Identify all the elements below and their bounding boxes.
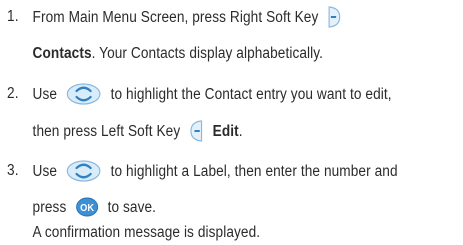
step-text: Use — [32, 86, 58, 104]
edit-label: Edit — [212, 123, 239, 141]
step-number: 3. — [7, 162, 19, 179]
step-text: then press Left Soft Key — [32, 123, 181, 141]
right-soft-key-icon — [328, 6, 342, 28]
step-text: Use — [32, 163, 58, 181]
instructions: 1. From Main Menu Screen, press Right So… — [0, 0, 463, 245]
ok-key-label: OK — [80, 203, 95, 215]
left-soft-key-icon — [189, 120, 203, 142]
step-number: 2. — [7, 85, 19, 102]
confirmation-note: A confirmation message is displayed. — [32, 224, 261, 241]
navigation-key-icon — [66, 83, 101, 105]
step-text: press — [32, 199, 67, 217]
navigation-key-icon — [66, 160, 101, 182]
step-text: From Main Menu Screen, press Right Soft … — [32, 9, 319, 27]
step-number: 1. — [7, 8, 19, 25]
contacts-label: Contacts — [32, 45, 92, 62]
ok-key-icon: OK — [75, 197, 99, 217]
step-text: to save. — [107, 199, 157, 217]
step-text: . — [238, 123, 243, 141]
step-text: to highlight a Label, then enter the num… — [110, 163, 398, 181]
step-text: to highlight the Contact entry you want … — [110, 86, 392, 104]
step-text: . Your Contacts display alphabetically. — [91, 45, 324, 62]
